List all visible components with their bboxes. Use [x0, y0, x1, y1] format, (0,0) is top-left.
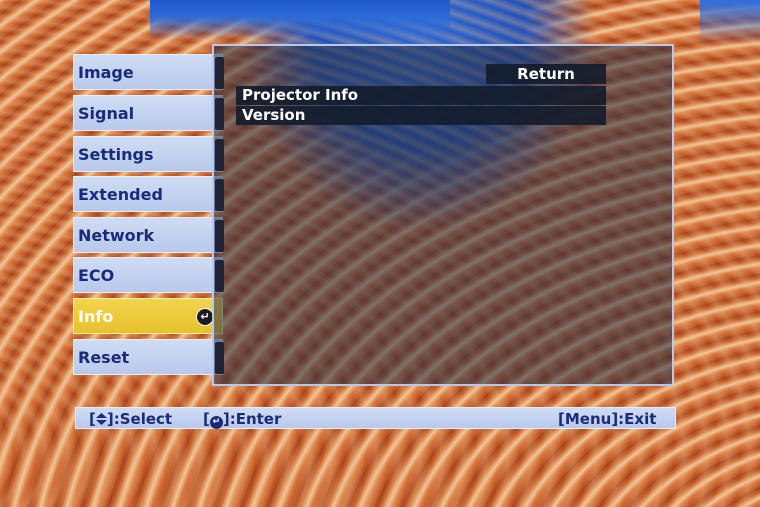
background-sky-right	[700, 0, 760, 45]
menu-item-label: Settings	[78, 144, 154, 164]
help-bar: []:Select [↵]:Enter [Menu]:Exit	[75, 407, 676, 429]
menu-item-label: Signal	[78, 103, 135, 123]
menu-item-label: Network	[78, 225, 155, 245]
up-down-diamond-icon	[95, 413, 107, 425]
menu-item-label: Info	[78, 306, 114, 326]
menu-item-network[interactable]: Network	[73, 217, 224, 253]
enter-icon: ↵	[209, 416, 223, 429]
enter-hint: [↵]:Enter	[203, 410, 282, 429]
info-submenu-panel: Return Projector Info Version	[212, 44, 674, 386]
menu-item-signal[interactable]: Signal	[73, 95, 224, 131]
return-button[interactable]: Return	[486, 64, 606, 84]
submenu-item-projector-info[interactable]: Projector Info	[236, 86, 606, 105]
menu-item-eco[interactable]: ECO	[73, 257, 224, 293]
menu-item-label: ECO	[78, 265, 115, 285]
menu-item-image[interactable]: Image	[73, 54, 224, 90]
menu-item-extended[interactable]: Extended	[73, 176, 224, 212]
menu-item-reset[interactable]: Reset	[73, 339, 224, 375]
menu-item-settings[interactable]: Settings	[73, 136, 224, 172]
submenu-item-version[interactable]: Version	[236, 106, 606, 125]
exit-hint: [Menu]:Exit	[558, 410, 657, 428]
menu-item-info[interactable]: Info ↵	[73, 298, 223, 334]
background-sky	[150, 0, 450, 40]
menu-item-label: Extended	[78, 184, 163, 204]
menu-item-label: Image	[78, 62, 134, 82]
select-hint: []:Select	[89, 410, 173, 428]
menu-item-label: Reset	[78, 347, 130, 367]
